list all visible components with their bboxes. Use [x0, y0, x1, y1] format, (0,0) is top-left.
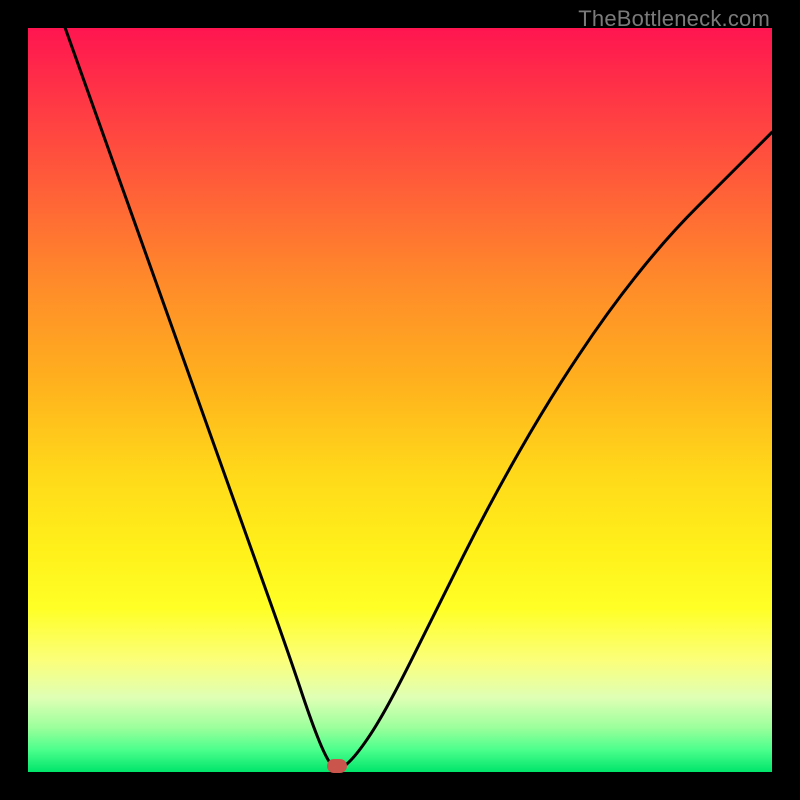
gradient-plot-area	[28, 28, 772, 772]
curve-svg	[28, 28, 772, 772]
bottleneck-curve	[65, 28, 772, 768]
outer-frame: TheBottleneck.com	[0, 0, 800, 800]
minimum-marker	[327, 759, 347, 773]
